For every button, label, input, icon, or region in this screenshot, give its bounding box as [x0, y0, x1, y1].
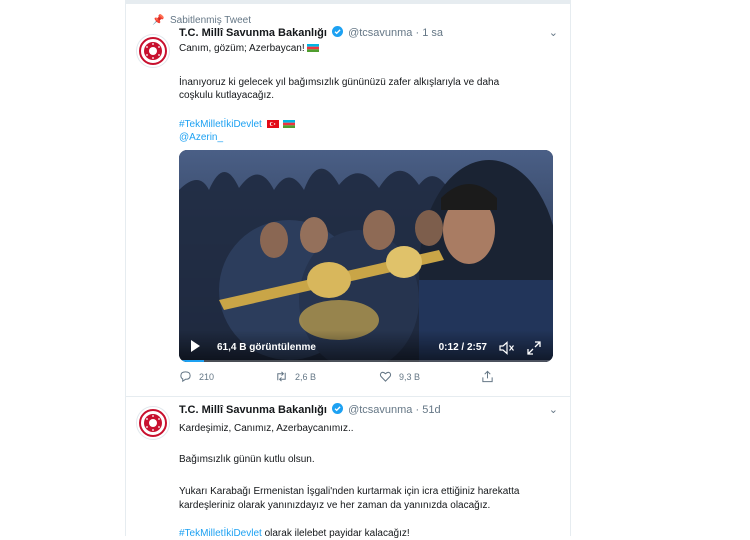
separator-dot: ·	[415, 404, 420, 416]
ministry-emblem-icon	[139, 37, 167, 65]
pin-icon: 📌	[152, 15, 165, 26]
hashtag-line: #TekMilletİkiDevlet olarak ilelebet payi…	[179, 527, 558, 540]
tweet-line: Canım, gözüm; Azerbaycan!	[179, 42, 558, 55]
retweet-button[interactable]: 2,6 B	[275, 370, 316, 383]
pinned-label: Sabitlenmiş Tweet	[170, 15, 251, 26]
fullscreen-icon[interactable]	[527, 341, 541, 355]
hashtag-link[interactable]: #TekMilletİkiDevlet	[179, 528, 262, 539]
author-handle[interactable]: @tcsavunma	[348, 27, 412, 39]
tweet-pinned[interactable]: 📌 Sabitlenmiş Tweet T.C. Millî Savunma Ba…	[126, 4, 570, 397]
mention-line: @Azerin_	[179, 131, 558, 144]
tweet-header: T.C. Millî Savunma Bakanlığı @tcsavunma …	[179, 26, 558, 40]
hashtag-link[interactable]: #TekMilletİkiDevlet	[179, 119, 262, 130]
pinned-indicator: 📌 Sabitlenmiş Tweet	[152, 15, 251, 26]
retweet-count: 2,6 B	[295, 371, 317, 382]
avatar[interactable]	[136, 34, 170, 68]
tweet-text: Kardeşimiz, Canımız, Azerbaycanımız..	[179, 423, 354, 434]
tweet[interactable]: T.C. Millî Savunma Bakanlığı @tcsavunma …	[126, 397, 570, 539]
reply-icon	[180, 371, 191, 383]
verified-badge-icon	[332, 26, 343, 37]
turkey-flag-icon	[266, 120, 279, 128]
mention-link[interactable]: @Azerin_	[179, 132, 223, 143]
hashtag-line: #TekMilletİkiDevlet	[179, 118, 558, 131]
share-button[interactable]	[481, 370, 494, 383]
author-name[interactable]: T.C. Millî Savunma Bakanlığı	[179, 27, 327, 39]
video-time: 0:12 / 2:57	[438, 342, 487, 353]
tweet-text: Bağımsızlık günün kutlu olsun.	[179, 454, 315, 465]
reply-count: 210	[199, 371, 215, 382]
avatar[interactable]	[136, 406, 170, 440]
tweet-header: T.C. Millî Savunma Bakanlığı @tcsavunma …	[179, 403, 558, 417]
azerbaijan-flag-icon	[283, 120, 296, 128]
verified-badge-icon	[332, 403, 343, 414]
tweet-text: kardeşleriniz olarak yanınızdayız ve her…	[179, 500, 491, 511]
tweet-time[interactable]: 1 sa	[422, 27, 443, 39]
view-count: 61,4 B görüntülenme	[217, 342, 316, 353]
tweet-time[interactable]: 51d	[422, 404, 440, 416]
author-handle[interactable]: @tcsavunma	[348, 404, 412, 416]
tweet-text: olarak ilelebet payidar kalacağız!	[261, 528, 410, 539]
tweet-text: Yukarı Karabağı Ermenistan İşgali'nden k…	[179, 486, 520, 497]
tweet-actions: 210 2,6 B 9,3 B	[179, 370, 530, 386]
author-name[interactable]: T.C. Millî Savunma Bakanlığı	[179, 404, 327, 416]
chevron-down-icon[interactable]: ⌄	[549, 403, 558, 417]
like-count: 9,3 B	[399, 371, 421, 382]
share-icon	[482, 370, 493, 383]
chevron-down-icon[interactable]: ⌄	[549, 26, 558, 40]
play-icon[interactable]	[191, 340, 200, 352]
reply-button[interactable]: 210	[179, 370, 214, 383]
tweet-text: İnanıyoruz ki gelecek yıl bağımsızlık gü…	[179, 77, 500, 88]
tweet-text: Canım, gözüm; Azerbaycan!	[179, 43, 305, 54]
retweet-icon	[277, 371, 286, 382]
timeline: 📌 Sabitlenmiş Tweet T.C. Millî Savunma Ba…	[125, 0, 571, 539]
video-progress-fill	[179, 360, 205, 362]
tweet-text: coşkulu kutlayacağız.	[179, 90, 275, 101]
ministry-emblem-icon	[139, 409, 167, 437]
like-button[interactable]: 9,3 B	[379, 370, 420, 383]
video-player[interactable]: 61,4 B görüntülenme 0:12 / 2:57	[179, 150, 553, 362]
azerbaijan-flag-icon	[306, 44, 319, 52]
video-progress[interactable]	[179, 360, 553, 362]
volume-mute-icon[interactable]	[499, 341, 515, 355]
separator-dot: ·	[415, 27, 420, 39]
like-icon	[379, 371, 392, 382]
